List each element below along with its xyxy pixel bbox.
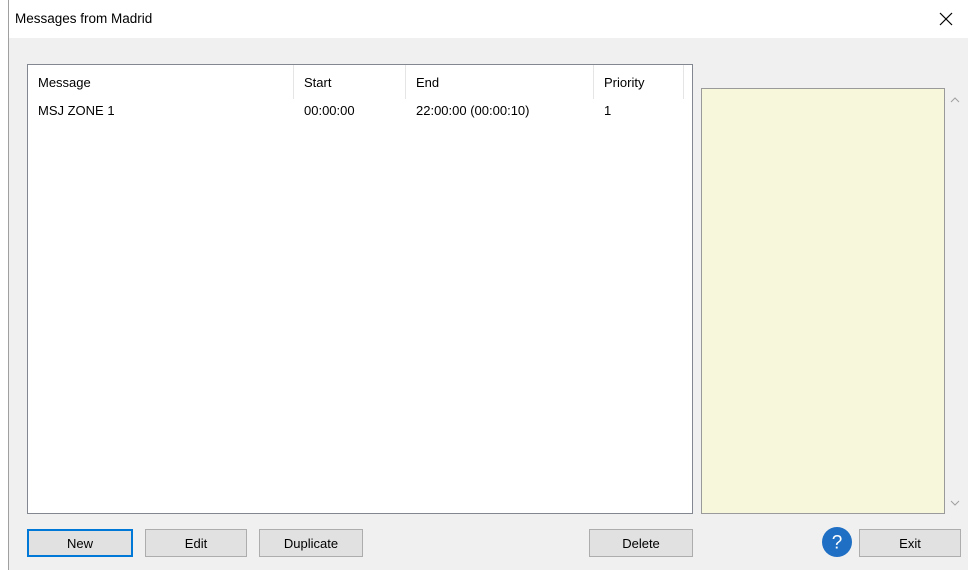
column-header-end[interactable]: End (406, 65, 594, 99)
preview-scrollbar[interactable] (946, 88, 964, 514)
close-icon (939, 12, 953, 26)
message-preview-textbox[interactable] (701, 88, 945, 514)
close-button[interactable] (923, 0, 968, 38)
scroll-down-button[interactable] (946, 494, 964, 512)
cell-message: MSJ ZONE 1 (38, 103, 115, 118)
svg-text:?: ? (832, 533, 843, 554)
column-header-message[interactable]: Message (28, 65, 294, 99)
cell-end: 22:00:00 (00:00:10) (416, 103, 530, 118)
duplicate-button[interactable]: Duplicate (259, 529, 363, 557)
delete-button[interactable]: Delete (589, 529, 693, 557)
scroll-up-button[interactable] (946, 90, 964, 108)
cell-priority: 1 (604, 103, 612, 118)
column-header-start[interactable]: Start (294, 65, 406, 99)
messages-list[interactable]: Message Start End Priority MSJ ZONE 1 00… (27, 64, 693, 514)
chevron-up-icon (950, 96, 960, 102)
column-header-priority[interactable]: Priority (594, 65, 684, 99)
messages-dialog: Messages from Madrid Message Start End P… (8, 0, 968, 570)
list-header: Message Start End Priority (28, 65, 692, 99)
edit-button[interactable]: Edit (145, 529, 247, 557)
window-title: Messages from Madrid (15, 11, 153, 26)
chevron-down-icon (950, 500, 960, 506)
table-row[interactable]: MSJ ZONE 1 00:00:00 22:00:00 (00:00:10) … (28, 101, 692, 121)
exit-button[interactable]: Exit (859, 529, 961, 557)
help-icon[interactable]: ? (821, 526, 853, 558)
new-button[interactable]: New (27, 529, 133, 557)
cell-start: 00:00:00 (304, 103, 355, 118)
title-bar: Messages from Madrid (9, 0, 968, 38)
